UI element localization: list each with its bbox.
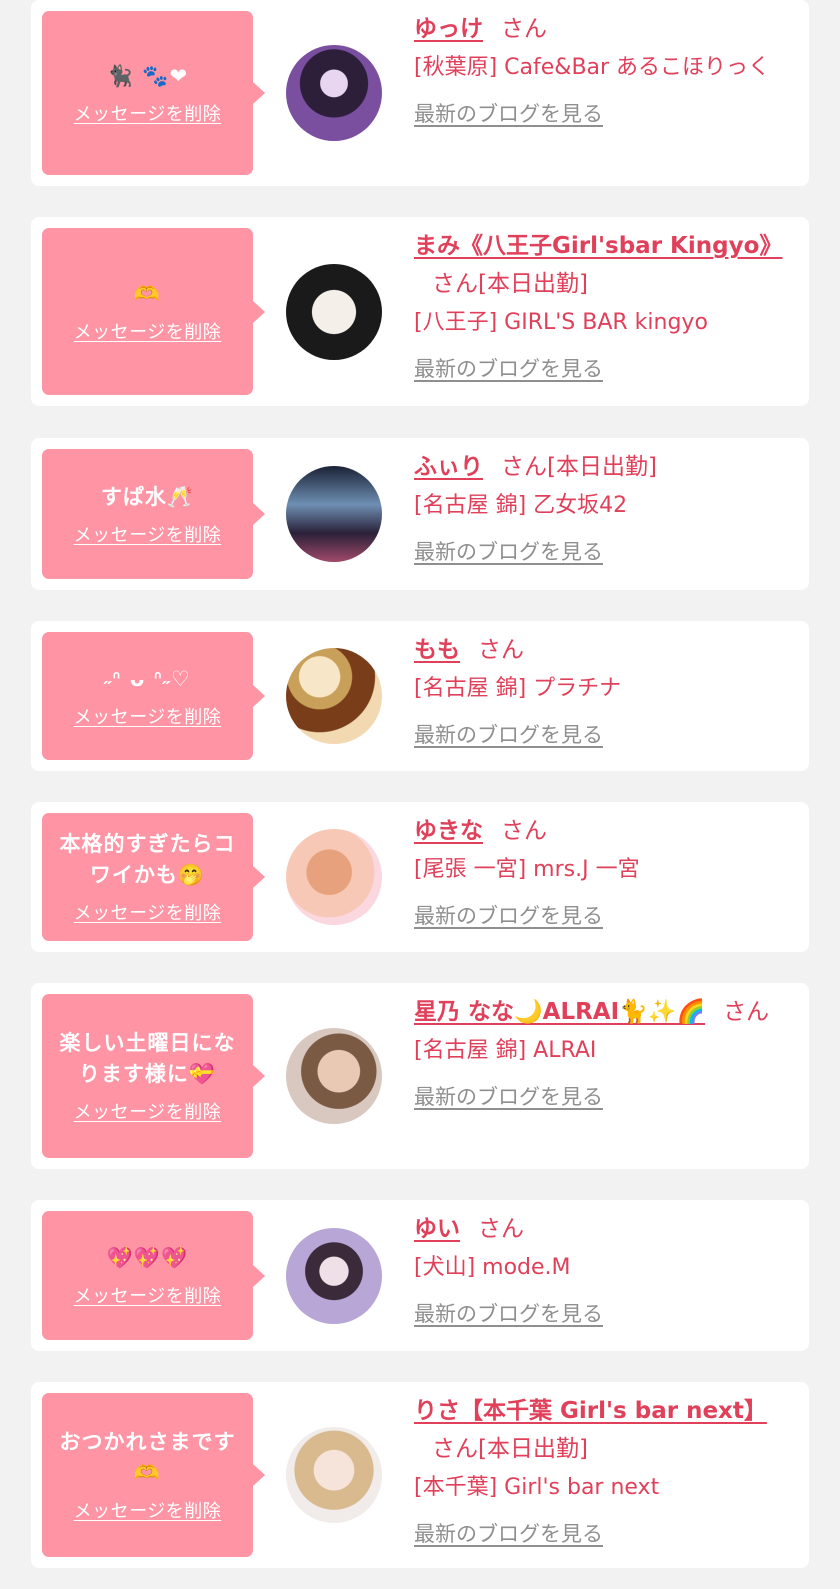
delete-message-link[interactable]: メッセージを削除 bbox=[74, 318, 222, 344]
message-card: ˶ᐢ ᴗ ᐢ˶♡ メッセージを削除 もも さん [名古屋 錦] プラチナ 最新のブ… bbox=[31, 621, 809, 771]
message-card: 🫶 メッセージを削除 まみ《八王子Girl'sbar Kingyo》さん[本日出… bbox=[31, 217, 809, 406]
honorific: さん bbox=[501, 454, 547, 480]
latest-blog-link[interactable]: 最新のブログを見る bbox=[414, 900, 603, 930]
message-bubble: すぱ水🥂 メッセージを削除 bbox=[42, 449, 265, 579]
message-card: すぱ水🥂 メッセージを削除 ふぃり さん[本日出勤] [名古屋 錦] 乙女坂42 … bbox=[31, 438, 809, 590]
name-line: まみ《八王子Girl'sbar Kingyo》さん[本日出勤] bbox=[414, 227, 789, 303]
message-text: 🫶 bbox=[133, 282, 162, 306]
latest-blog-link[interactable]: 最新のブログを見る bbox=[414, 1081, 603, 1111]
shop-info: [尾張 一宮] mrs.J 一宮 bbox=[414, 857, 640, 882]
latest-blog-link[interactable]: 最新のブログを見る bbox=[414, 353, 603, 383]
latest-blog-link[interactable]: 最新のブログを見る bbox=[414, 719, 603, 749]
delete-message-link[interactable]: メッセージを削除 bbox=[74, 899, 222, 925]
message-bubble: 🐈‍⬛ 🐾❤ メッセージを削除 bbox=[42, 11, 265, 175]
status-badge: [本日出勤] bbox=[547, 454, 657, 480]
avatar[interactable] bbox=[286, 1028, 382, 1124]
delete-message-link[interactable]: メッセージを削除 bbox=[74, 1282, 222, 1308]
message-bubble: 🫶 メッセージを削除 bbox=[42, 228, 265, 395]
avatar[interactable] bbox=[286, 466, 382, 562]
avatar[interactable] bbox=[286, 263, 382, 360]
honorific: さん bbox=[501, 818, 547, 844]
message-text: おつかれさまです🫶 bbox=[59, 1430, 236, 1485]
message-card: おつかれさまです🫶 メッセージを削除 りさ【本千葉 Girl's bar nex… bbox=[31, 1382, 809, 1568]
sender-info: まみ《八王子Girl'sbar Kingyo》さん[本日出勤] [八王子] GI… bbox=[414, 227, 789, 383]
shop-info: [名古屋 錦] 乙女坂42 bbox=[414, 493, 628, 518]
message-text: ˶ᐢ ᴗ ᐢ˶♡ bbox=[104, 666, 191, 691]
status-badge: [本日出勤] bbox=[478, 1436, 588, 1462]
name-line: りさ【本千葉 Girl's bar next】さん[本日出勤] bbox=[414, 1392, 789, 1468]
shop-info: [秋葉原] Cafe&Bar あるこほりっく bbox=[414, 55, 771, 80]
message-card: 楽しい土曜日になります様に💝 メッセージを削除 星乃 なな🌙ALRAI🐈✨🌈 さん… bbox=[31, 983, 809, 1169]
honorific: さん bbox=[478, 637, 524, 663]
delete-message-link[interactable]: メッセージを削除 bbox=[74, 1098, 222, 1124]
delete-message-link[interactable]: メッセージを削除 bbox=[74, 521, 222, 547]
latest-blog-link[interactable]: 最新のブログを見る bbox=[414, 98, 603, 128]
sender-name-link[interactable]: ゆっけ bbox=[414, 16, 483, 42]
message-card: 本格的すぎたらコワイかも🤭 メッセージを削除 ゆきな さん [尾張 一宮] mrs… bbox=[31, 802, 809, 952]
sender-info: 星乃 なな🌙ALRAI🐈✨🌈 さん [名古屋 錦] ALRAI 最新のブログを見る bbox=[414, 993, 789, 1111]
honorific: さん bbox=[723, 999, 770, 1025]
avatar[interactable] bbox=[286, 648, 382, 744]
message-bubble: 本格的すぎたらコワイかも🤭 メッセージを削除 bbox=[42, 813, 265, 941]
message-card: 💖💖💖 メッセージを削除 ゆい さん [犬山] mode.M 最新のブログを見る bbox=[31, 1200, 809, 1351]
avatar[interactable] bbox=[286, 829, 382, 925]
sender-info: ゆっけ さん [秋葉原] Cafe&Bar あるこほりっく 最新のブログを見る bbox=[414, 10, 789, 128]
name-line: ふぃり さん[本日出勤] bbox=[414, 448, 789, 486]
sender-name-link[interactable]: もも bbox=[414, 637, 460, 663]
shop-info: [名古屋 錦] ALRAI bbox=[414, 1038, 597, 1063]
sender-info: りさ【本千葉 Girl's bar next】さん[本日出勤] [本千葉] Gi… bbox=[414, 1392, 789, 1548]
latest-blog-link[interactable]: 最新のブログを見る bbox=[414, 536, 603, 566]
sender-info: ゆい さん [犬山] mode.M 最新のブログを見る bbox=[414, 1210, 789, 1328]
delete-message-link[interactable]: メッセージを削除 bbox=[74, 1497, 222, 1523]
message-bubble: 💖💖💖 メッセージを削除 bbox=[42, 1211, 265, 1340]
latest-blog-link[interactable]: 最新のブログを見る bbox=[414, 1298, 603, 1328]
message-text: 楽しい土曜日になります様に💝 bbox=[59, 1031, 236, 1086]
sender-name-link[interactable]: ゆきな bbox=[414, 818, 483, 844]
shop-info: [犬山] mode.M bbox=[414, 1255, 571, 1280]
sender-info: ふぃり さん[本日出勤] [名古屋 錦] 乙女坂42 最新のブログを見る bbox=[414, 448, 789, 566]
status-badge: [本日出勤] bbox=[478, 271, 588, 297]
message-text: 🐈‍⬛ 🐾❤ bbox=[106, 63, 189, 88]
message-bubble: ˶ᐢ ᴗ ᐢ˶♡ メッセージを削除 bbox=[42, 632, 265, 760]
honorific: さん bbox=[432, 271, 478, 297]
message-text: 💖💖💖 bbox=[106, 1246, 189, 1270]
name-line: ゆい さん bbox=[414, 1210, 789, 1248]
message-bubble: 楽しい土曜日になります様に💝 メッセージを削除 bbox=[42, 994, 265, 1158]
message-text: すぱ水🥂 bbox=[100, 484, 195, 509]
name-line: ゆきな さん bbox=[414, 812, 789, 850]
delete-message-link[interactable]: メッセージを削除 bbox=[74, 703, 222, 729]
message-card: 🐈‍⬛ 🐾❤ メッセージを削除 ゆっけ さん [秋葉原] Cafe&Bar あるこ… bbox=[31, 0, 809, 186]
name-line: ゆっけ さん bbox=[414, 10, 789, 48]
delete-message-link[interactable]: メッセージを削除 bbox=[74, 100, 222, 126]
name-line: 星乃 なな🌙ALRAI🐈✨🌈 さん bbox=[414, 993, 789, 1031]
sender-info: もも さん [名古屋 錦] プラチナ 最新のブログを見る bbox=[414, 631, 789, 749]
honorific: さん bbox=[478, 1216, 524, 1242]
sender-name-link[interactable]: ゆい bbox=[414, 1216, 460, 1242]
shop-info: [八王子] GIRL'S BAR kingyo bbox=[414, 310, 708, 335]
message-bubble: おつかれさまです🫶 メッセージを削除 bbox=[42, 1393, 265, 1557]
honorific: さん bbox=[501, 16, 547, 42]
message-text: 本格的すぎたらコワイかも🤭 bbox=[59, 832, 236, 887]
sender-name-link[interactable]: りさ【本千葉 Girl's bar next】 bbox=[414, 1398, 767, 1424]
avatar[interactable] bbox=[286, 1227, 382, 1324]
shop-info: [本千葉] Girl's bar next bbox=[414, 1475, 660, 1500]
shop-info: [名古屋 錦] プラチナ bbox=[414, 676, 622, 701]
sender-info: ゆきな さん [尾張 一宮] mrs.J 一宮 最新のブログを見る bbox=[414, 812, 789, 930]
sender-name-link[interactable]: ふぃり bbox=[414, 454, 483, 480]
avatar[interactable] bbox=[286, 1427, 382, 1523]
name-line: もも さん bbox=[414, 631, 789, 669]
avatar[interactable] bbox=[286, 45, 382, 141]
sender-name-link[interactable]: まみ《八王子Girl'sbar Kingyo》 bbox=[414, 233, 782, 259]
latest-blog-link[interactable]: 最新のブログを見る bbox=[414, 1518, 603, 1548]
sender-name-link[interactable]: 星乃 なな🌙ALRAI🐈✨🌈 bbox=[414, 999, 705, 1025]
honorific: さん bbox=[432, 1436, 478, 1462]
